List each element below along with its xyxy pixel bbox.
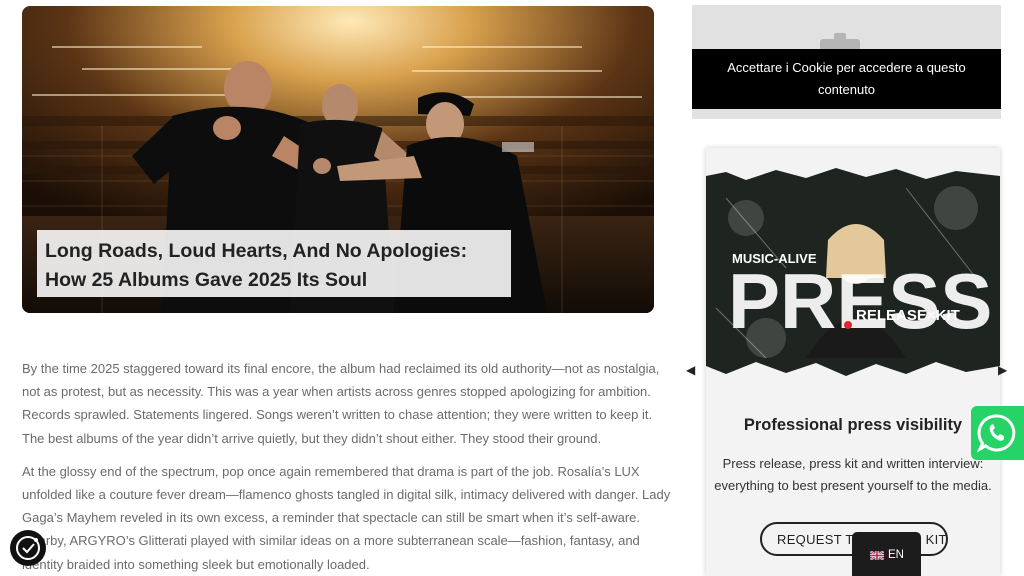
hero-image[interactable]: Long Roads, Loud Hearts, And No Apologie… xyxy=(22,6,654,313)
article-body: By the time 2025 staggered toward its fi… xyxy=(22,357,671,576)
cookie-consent-icon xyxy=(16,536,40,560)
promo-heading: Professional press visibility xyxy=(743,416,963,434)
article-paragraph: At the glossy end of the spectrum, pop o… xyxy=(22,460,671,576)
paragraph-line: At the glossy end of the spectrum, pop o… xyxy=(22,463,640,479)
whatsapp-icon xyxy=(977,414,1016,453)
hero-title-line: Long Roads, Loud Hearts, And No Apologie… xyxy=(45,240,468,262)
banner-press-text: PRESS xyxy=(728,257,992,345)
cookie-consent-button[interactable] xyxy=(10,530,46,566)
promo-description-line: everything to best present yourself to t… xyxy=(714,478,992,493)
accept-cookies-button[interactable]: Accettare i Cookie per accedere a questo… xyxy=(692,49,1001,109)
paragraph-line: Gaga’s Mayhem reveled in its own excess,… xyxy=(22,510,641,526)
language-switcher[interactable]: EN xyxy=(852,532,921,576)
press-kit-promo: MUSIC-ALIVE PRESS RELEASE×KIT Profession… xyxy=(706,148,1000,576)
hero-title[interactable]: Long Roads, Loud Hearts, And No Apologie… xyxy=(37,230,511,297)
language-code: EN xyxy=(888,549,904,561)
caret-right-icon[interactable]: ▶ xyxy=(998,363,1008,377)
uk-flag-icon xyxy=(870,551,884,560)
cookie-notice-line: contenuto xyxy=(817,82,876,97)
paragraph-line: By the time 2025 staggered toward its fi… xyxy=(22,361,660,376)
paragraph-line: not as protest, but as necessity. This w… xyxy=(22,384,651,400)
paragraph-line: The best albums of the year didn’t arriv… xyxy=(22,430,602,446)
paragraph-line: Nearby, ARGYRO’s Glitterati played with … xyxy=(22,533,640,549)
paragraph-line: unfolded like a couture fever dream—flam… xyxy=(22,487,671,503)
cookie-notice-line: Accettare i Cookie per accedere a questo xyxy=(727,60,966,75)
article-paragraph: By the time 2025 staggered toward its fi… xyxy=(22,357,660,450)
paragraph-line: Records sprawled. Statements lingered. S… xyxy=(22,407,653,423)
banner-subtitle-text: RELEASE×KIT xyxy=(856,307,960,324)
whatsapp-chat-button[interactable] xyxy=(971,406,1024,460)
promo-description: Press release, press kit and written int… xyxy=(706,453,1000,497)
blocked-embed: Accettare i Cookie per accedere a questo… xyxy=(692,5,1001,119)
promo-description-line: Press release, press kit and written int… xyxy=(722,456,984,471)
caret-left-icon[interactable]: ◀ xyxy=(686,363,696,377)
paragraph-line: identity braided into something sleek bu… xyxy=(22,556,370,572)
hero-title-line: How 25 Albums Gave 2025 Its Soul xyxy=(45,269,368,291)
press-release-kit-banner[interactable]: MUSIC-ALIVE PRESS RELEASE×KIT xyxy=(706,148,1000,388)
